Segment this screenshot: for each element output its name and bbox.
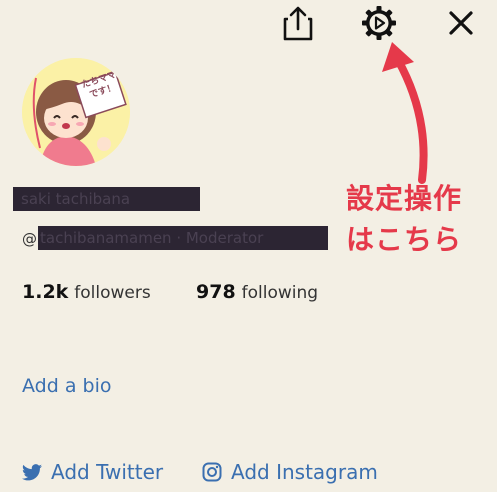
display-name: saki tachibana <box>13 187 200 211</box>
share-button[interactable] <box>281 4 315 42</box>
add-bio-link[interactable]: Add a bio <box>22 375 111 397</box>
annotation-text: 設定操作 はこちら <box>346 178 486 260</box>
twitter-icon <box>22 463 42 480</box>
following-label: following <box>241 283 319 303</box>
close-button[interactable] <box>444 6 478 40</box>
add-instagram-label: Add Instagram <box>231 460 378 484</box>
avatar[interactable]: たちママです！ <box>22 58 130 166</box>
followers-count: 1.2k <box>22 281 69 303</box>
handle-at-sign: @ <box>22 230 37 248</box>
share-icon <box>283 6 313 41</box>
following-stat[interactable]: 978 following <box>196 281 318 303</box>
close-icon <box>449 11 473 35</box>
gear-icon <box>362 6 396 40</box>
annotation-line-2: はこちら <box>346 223 463 256</box>
annotation-line-1: 設定操作 <box>346 182 463 215</box>
followers-stat[interactable]: 1.2k followers <box>22 281 151 303</box>
add-twitter-link[interactable]: Add Twitter <box>22 460 163 484</box>
add-twitter-label: Add Twitter <box>51 460 164 484</box>
followers-label: followers <box>74 283 151 303</box>
settings-button[interactable] <box>360 4 398 42</box>
add-instagram-link[interactable]: Add Instagram <box>202 460 378 484</box>
annotation-arrow <box>382 42 428 184</box>
instagram-icon <box>202 462 222 482</box>
following-count: 978 <box>196 281 236 303</box>
handle: tachibanamamen · Moderator <box>38 226 328 250</box>
